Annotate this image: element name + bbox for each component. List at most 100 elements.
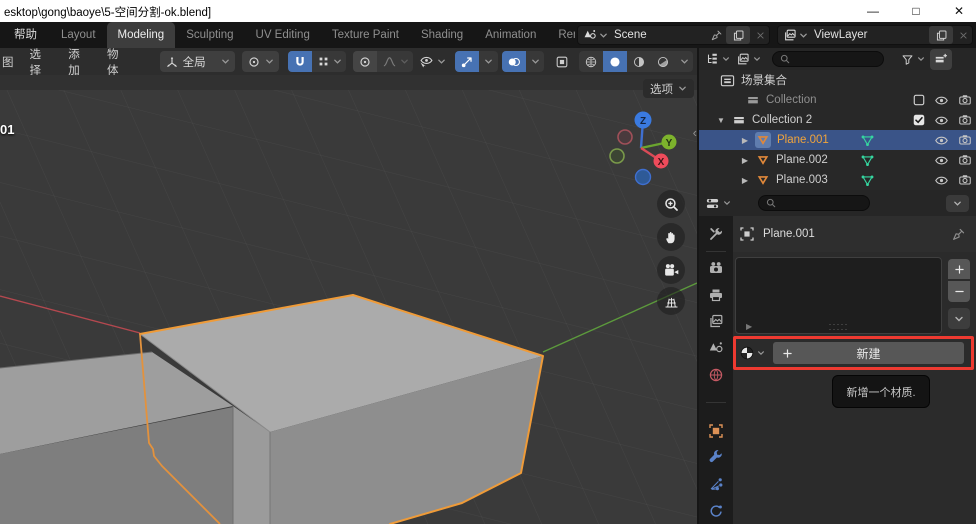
close-button[interactable]: ✕ [942,0,976,22]
material-slot-list[interactable]: ▶ ····· ····· [735,257,942,334]
perspective-toggle-button[interactable] [657,287,685,315]
collapse-triangle-icon[interactable]: ▼ [715,116,727,125]
gizmo-neg-z-ball[interactable] [636,170,651,185]
show-object-types-dropdown[interactable] [413,51,451,72]
snap-to-dropdown[interactable] [312,51,346,72]
view-layer-selector[interactable]: ViewLayer [777,25,973,45]
sidebar-collapse-arrow[interactable]: ‹ [693,125,697,140]
minimize-button[interactable]: — [856,0,890,22]
proportional-edit-toggle[interactable] [353,51,377,72]
chevron-down-icon[interactable] [797,31,808,40]
delete-view-layer-icon[interactable] [954,30,972,41]
tab-particles[interactable] [699,471,733,498]
tab-render[interactable] [699,255,733,282]
add-material-slot-button[interactable] [948,259,970,280]
transform-orientation-dropdown[interactable]: 全局 [160,51,235,72]
row-collection-2[interactable]: ▼ Collection 2 [699,110,976,130]
tab-sculpting[interactable]: Sculpting [175,22,244,48]
row-plane-002[interactable]: ▶ Plane.002 [699,150,976,170]
expand-triangle-icon[interactable]: ▶ [739,156,751,165]
gizmo-dropdown[interactable] [479,51,497,72]
pin-icon[interactable] [710,29,723,42]
overlays-dropdown[interactable] [526,51,544,72]
scene-name[interactable]: Scene [608,29,710,41]
camera-icon[interactable] [953,173,976,187]
chevron-down-icon[interactable] [597,31,608,40]
display-mode-dropdown[interactable] [733,49,764,70]
row-plane-001[interactable]: ▶ Plane.001 [699,130,976,150]
zoom-button[interactable] [657,190,685,218]
eye-icon[interactable] [930,113,953,128]
editor-type-dropdown[interactable] [699,49,733,70]
material-specials-dropdown[interactable] [948,308,970,329]
tab-tool[interactable] [699,221,733,248]
expand-triangle-icon[interactable]: ▶ [739,136,751,145]
camera-icon[interactable] [953,113,976,127]
row-label[interactable]: 场景集合 [741,72,787,88]
tab-view-layer[interactable] [699,308,733,335]
tab-shading[interactable]: Shading [410,22,474,48]
gizmo-neg-y-ball[interactable] [610,149,624,163]
shading-material-preview-button[interactable] [627,51,651,72]
camera-icon[interactable] [953,133,976,147]
shading-rendered-button[interactable] [651,51,675,72]
eye-icon[interactable] [930,173,953,188]
tab-physics[interactable] [699,497,733,524]
gizmo-neg-x-ball[interactable] [618,130,632,144]
expand-triangle-icon[interactable]: ▶ [739,176,751,185]
tab-modeling[interactable]: Modeling [107,22,176,48]
view-layer-name[interactable]: ViewLayer [808,29,929,41]
viewport-options-dropdown[interactable]: 选项 [643,79,694,98]
eye-icon[interactable] [930,133,953,148]
select-menu[interactable]: 选择 [22,46,61,78]
row-label[interactable]: Collection [766,94,817,106]
eye-icon[interactable] [930,93,953,108]
tab-scene[interactable] [699,335,733,362]
exclude-checkbox-checked[interactable] [907,113,930,127]
tab-object[interactable] [699,417,733,444]
properties-search-input[interactable] [758,195,870,211]
view-menu[interactable]: 图 [0,54,22,70]
shading-wireframe-button[interactable] [579,51,603,72]
tab-world[interactable] [699,362,733,389]
viewport-3d[interactable]: Z Y X 选项 ‹ 01 [0,75,697,524]
tab-rendering[interactable]: Renderi [547,22,575,48]
show-overlays-toggle[interactable] [502,51,526,72]
pivot-point-dropdown[interactable] [242,51,279,72]
properties-editor-type-dropdown[interactable] [699,193,734,214]
tab-layout[interactable]: Layout [50,22,107,48]
breadcrumb-object-name[interactable]: Plane.001 [763,228,815,240]
properties-options-dropdown[interactable] [946,195,969,212]
snap-toggle[interactable] [288,51,312,72]
camera-icon[interactable] [953,153,976,167]
resize-grip[interactable]: ····· ····· [736,322,941,332]
new-view-layer-button[interactable] [929,26,953,44]
new-scene-button[interactable] [726,26,750,44]
camera-icon[interactable] [953,93,976,107]
browse-material-dropdown[interactable] [737,342,767,364]
tab-texture-paint[interactable]: Texture Paint [321,22,410,48]
show-gizmo-toggle[interactable] [455,51,479,72]
help-menu[interactable]: 帮助 [8,22,43,48]
row-scene-collection[interactable]: 场景集合 [699,70,976,90]
exclude-checkbox-unchecked[interactable] [907,93,930,107]
tab-animation[interactable]: Animation [474,22,547,48]
remove-material-slot-button[interactable] [948,281,970,302]
new-material-button[interactable]: 新建 [773,342,964,364]
tab-modifiers[interactable] [699,444,733,471]
camera-view-button[interactable] [657,256,685,284]
object-menu[interactable]: 物体 [99,46,138,78]
row-collection[interactable]: Collection [699,90,976,110]
row-plane-003[interactable]: ▶ Plane.003 [699,170,976,190]
maximize-button[interactable]: □ [899,0,933,22]
new-collection-button[interactable] [930,49,952,70]
tab-uv-editing[interactable]: UV Editing [245,22,321,48]
filter-dropdown[interactable] [898,49,928,70]
add-menu[interactable]: 添加 [60,46,99,78]
shading-solid-button[interactable] [603,51,627,72]
xray-toggle[interactable] [550,51,574,72]
scene-selector[interactable]: Scene [577,25,770,45]
pin-icon[interactable] [951,227,966,242]
shading-dropdown[interactable] [675,51,693,72]
row-label[interactable]: Plane.003 [776,174,828,186]
